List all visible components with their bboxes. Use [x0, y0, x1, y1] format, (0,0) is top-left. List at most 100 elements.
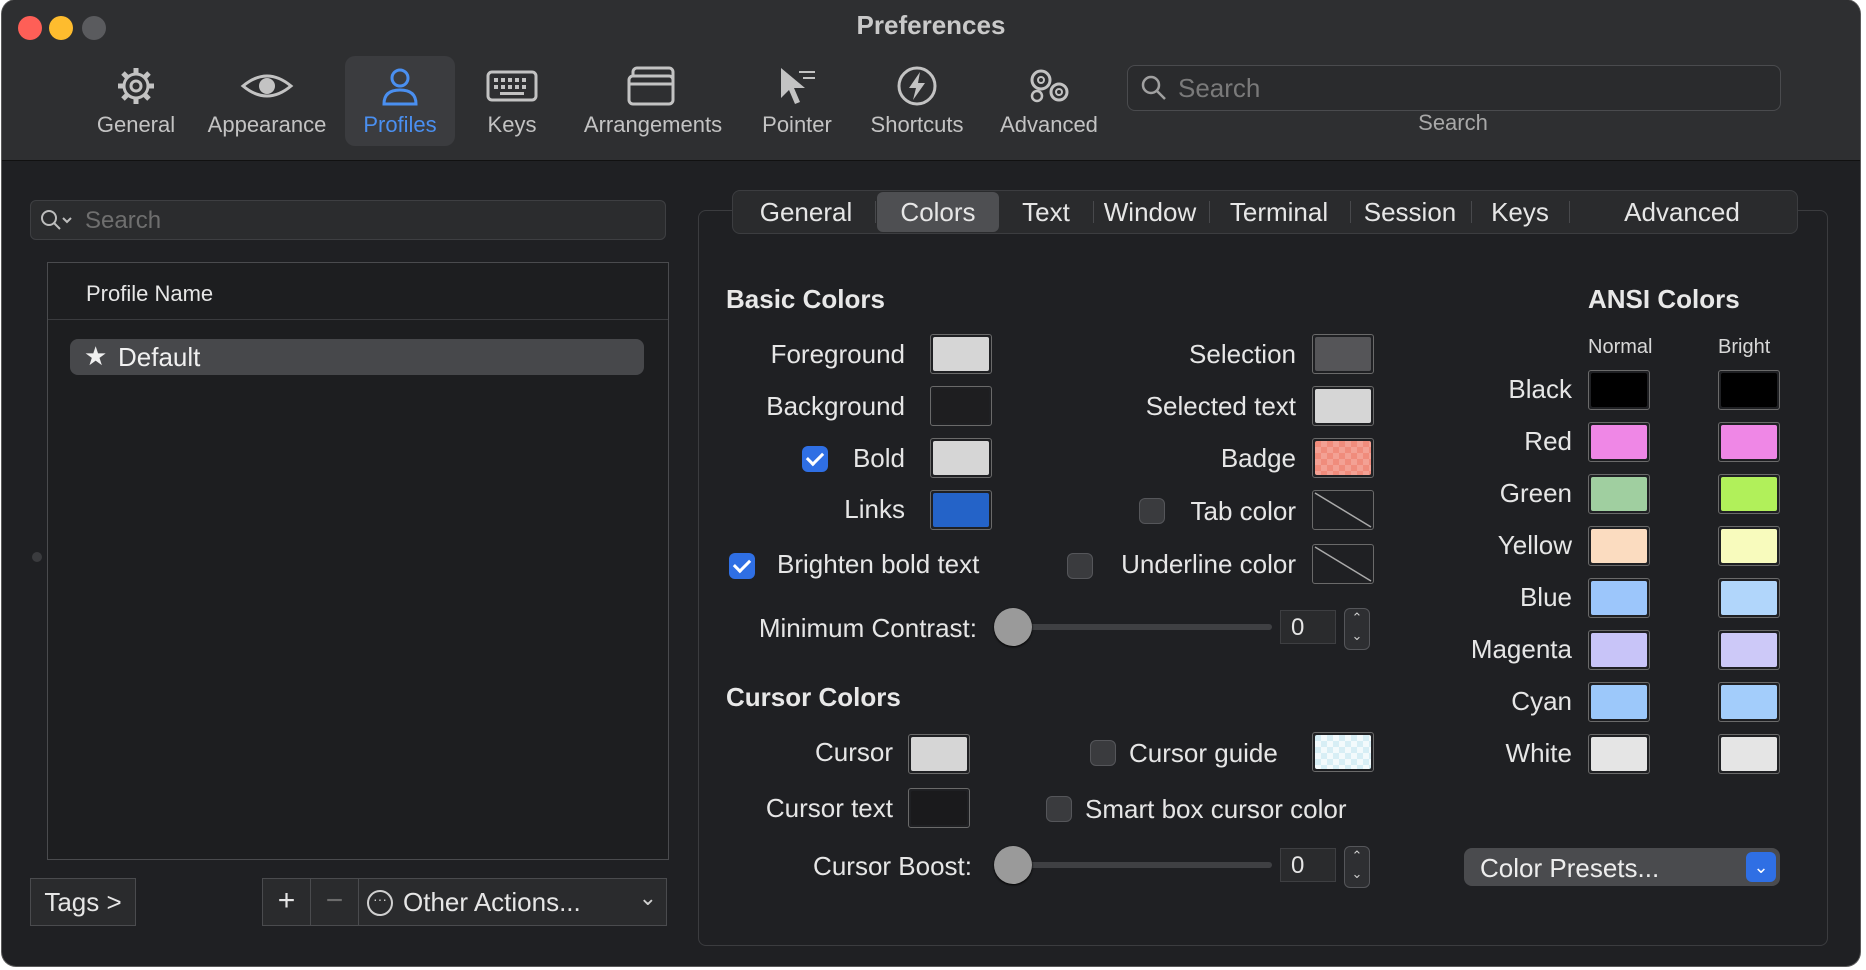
- color-fill: [933, 389, 989, 423]
- table-header[interactable]: Profile Name: [48, 263, 668, 320]
- cursor-label: Cursor: [814, 737, 893, 767]
- toolbar-label: Pointer: [762, 112, 832, 137]
- profile-actions: + − ··· Other Actions... ⌄: [262, 878, 667, 926]
- table-row[interactable]: ★ Default: [70, 339, 644, 375]
- smart-box-cursor-checkbox[interactable]: [1046, 796, 1072, 822]
- links-color-well[interactable]: [930, 490, 992, 530]
- remove-profile-button[interactable]: −: [311, 879, 359, 925]
- ansi-white-normal-color-well[interactable]: [1588, 734, 1650, 774]
- ansi-green-bright-color-well[interactable]: [1718, 474, 1780, 514]
- ansi-row-label: Cyan: [1511, 686, 1572, 716]
- bold-checkbox[interactable]: [802, 446, 828, 472]
- color-fill: [1591, 425, 1647, 459]
- ansi-red-normal-color-well[interactable]: [1588, 422, 1650, 462]
- search-icon: [41, 210, 72, 230]
- eye-icon: [240, 74, 294, 98]
- tags-button[interactable]: Tags >: [30, 878, 136, 926]
- bold-color-well[interactable]: [930, 438, 992, 478]
- cursor-guide-color-well[interactable]: [1312, 732, 1374, 772]
- person-icon: [382, 68, 418, 106]
- ansi-blue-bright-color-well[interactable]: [1718, 578, 1780, 618]
- minimum-contrast-field[interactable]: 0: [1280, 610, 1336, 644]
- profile-search[interactable]: [30, 200, 666, 241]
- toolbar-keys[interactable]: Keys: [472, 56, 552, 146]
- gears-icon: [1030, 69, 1069, 103]
- minimum-contrast-label: Minimum Contrast:: [758, 613, 977, 643]
- background-label: Background: [766, 391, 905, 421]
- brighten-bold-checkbox[interactable]: [729, 553, 755, 579]
- cursor-boost-stepper[interactable]: ⌃ ⌄: [1344, 846, 1370, 888]
- tab-window[interactable]: Window: [1095, 191, 1205, 233]
- ansi-yellow-bright-color-well[interactable]: [1718, 526, 1780, 566]
- profile-tabs: General Colors Text Window Terminal Sess…: [732, 190, 1798, 234]
- profile-table: Profile Name ★ Default: [47, 262, 669, 860]
- ansi-black-normal-color-well[interactable]: [1588, 370, 1650, 410]
- color-fill: [1315, 389, 1371, 423]
- cursor-guide-checkbox[interactable]: [1090, 740, 1116, 766]
- toolbar-label: Advanced: [1000, 112, 1098, 137]
- underline-color-well[interactable]: [1312, 544, 1374, 584]
- toolbar-shortcuts[interactable]: Shortcuts: [862, 56, 972, 146]
- toolbar-profiles[interactable]: Profiles: [345, 56, 455, 146]
- minimum-contrast-slider[interactable]: [994, 608, 1032, 646]
- ansi-cyan-normal-color-well[interactable]: [1588, 682, 1650, 722]
- ansi-red-bright-color-well[interactable]: [1718, 422, 1780, 462]
- toolbar-pointer[interactable]: Pointer: [754, 56, 840, 146]
- color-fill: [1591, 737, 1647, 771]
- other-actions-dropdown[interactable]: ··· Other Actions... ⌄: [359, 879, 665, 925]
- toolbar-appearance[interactable]: Appearance: [202, 56, 332, 146]
- tab-color-checkbox[interactable]: [1139, 498, 1165, 524]
- cursor-text-color-well[interactable]: [908, 788, 970, 828]
- foreground-label: Foreground: [770, 339, 905, 369]
- brighten-bold-label: Brighten bold text: [777, 549, 980, 579]
- ansi-white-bright-color-well[interactable]: [1718, 734, 1780, 774]
- color-fill: [1721, 425, 1777, 459]
- ansi-magenta-bright-color-well[interactable]: [1718, 630, 1780, 670]
- toolbar-advanced[interactable]: Advanced: [992, 56, 1106, 146]
- selected-text-color-well[interactable]: [1312, 386, 1374, 426]
- tab-session[interactable]: Session: [1352, 191, 1468, 233]
- color-fill: [1721, 477, 1777, 511]
- tab-keys[interactable]: Keys: [1473, 191, 1567, 233]
- minimum-contrast-track[interactable]: [1002, 624, 1272, 630]
- color-fill: [1591, 373, 1647, 407]
- ansi-black-bright-color-well[interactable]: [1718, 370, 1780, 410]
- search-caption: Search: [1418, 110, 1488, 135]
- profile-search-input[interactable]: [83, 201, 657, 241]
- underline-color-checkbox[interactable]: [1067, 553, 1093, 579]
- ansi-cyan-bright-color-well[interactable]: [1718, 682, 1780, 722]
- ansi-magenta-normal-color-well[interactable]: [1588, 630, 1650, 670]
- toolbar-general[interactable]: General: [86, 56, 186, 146]
- minimum-contrast-stepper[interactable]: ⌃ ⌄: [1344, 608, 1370, 650]
- background-color-well[interactable]: [930, 386, 992, 426]
- tab-general[interactable]: General: [741, 191, 871, 233]
- toolbar-label: Shortcuts: [870, 112, 964, 137]
- foreground-color-well[interactable]: [930, 334, 992, 374]
- ansi-green-normal-color-well[interactable]: [1588, 474, 1650, 514]
- tab-colors[interactable]: Colors: [877, 192, 999, 232]
- color-presets-dropdown[interactable]: Color Presets... ⌄: [1464, 848, 1780, 886]
- tab-text[interactable]: Text: [1001, 191, 1091, 233]
- selection-color-well[interactable]: [1312, 334, 1374, 374]
- tab-color-well[interactable]: [1312, 490, 1374, 530]
- badge-color-well[interactable]: [1312, 438, 1374, 478]
- split-handle[interactable]: [32, 552, 42, 562]
- cursor-guide-label: Cursor guide: [1129, 738, 1278, 768]
- ansi-yellow-normal-color-well[interactable]: [1588, 526, 1650, 566]
- cursor-boost-field[interactable]: 0: [1280, 848, 1336, 882]
- tab-terminal[interactable]: Terminal: [1211, 191, 1347, 233]
- toolbar-search[interactable]: [1127, 65, 1781, 111]
- column-header-profile-name: Profile Name: [86, 281, 214, 306]
- color-fill: [1591, 581, 1647, 615]
- toolbar-label: Arrangements: [583, 112, 723, 137]
- toolbar-search-input[interactable]: [1176, 66, 1770, 110]
- cursor-boost-slider[interactable]: [994, 846, 1032, 884]
- cursor-boost-track[interactable]: [1002, 862, 1272, 868]
- add-profile-button[interactable]: +: [263, 879, 311, 925]
- toolbar-arrangements[interactable]: Arrangements: [578, 56, 728, 146]
- cursor-color-well[interactable]: [908, 734, 970, 774]
- color-fill: [1721, 529, 1777, 563]
- ansi-blue-normal-color-well[interactable]: [1588, 578, 1650, 618]
- tab-advanced[interactable]: Advanced: [1571, 191, 1793, 233]
- color-fill: [1315, 735, 1371, 769]
